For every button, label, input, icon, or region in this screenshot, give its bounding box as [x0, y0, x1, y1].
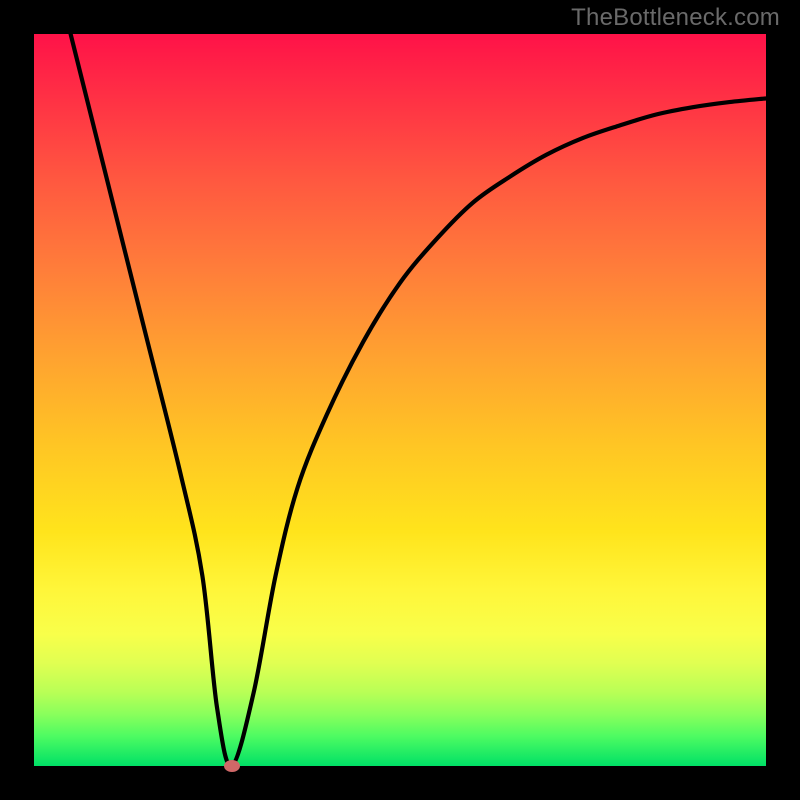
optimum-marker: [224, 760, 240, 772]
curve-svg: [34, 34, 766, 766]
bottleneck-curve: [71, 34, 766, 766]
plot-area: [34, 34, 766, 766]
chart-frame: TheBottleneck.com: [0, 0, 800, 800]
watermark-text: TheBottleneck.com: [571, 4, 780, 32]
